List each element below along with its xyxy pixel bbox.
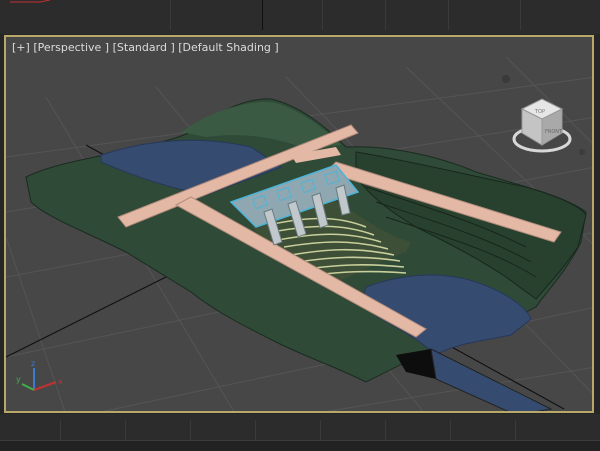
- y-axis-label: y: [16, 375, 21, 384]
- viewcube-home-icon[interactable]: [579, 149, 585, 155]
- viewport-small-icon: [502, 75, 510, 83]
- grid-line: [385, 0, 386, 30]
- grid-line: [322, 0, 323, 30]
- viewport-label-menu: [+] [Perspective ] [Standard ] [Default …: [12, 41, 279, 54]
- viewcube-front-label: FRONT: [545, 129, 563, 135]
- viewport-mode-menu[interactable]: [Standard ]: [113, 41, 175, 54]
- axis-fragment-icon: [10, 0, 51, 3]
- viewport-shading-menu[interactable]: [Default Shading ]: [178, 41, 278, 54]
- z-axis-label: z: [31, 359, 35, 368]
- viewport-view-menu[interactable]: [Perspective ]: [33, 41, 109, 54]
- viewport-area: z x y [+] [Perspective ] [Standard ] [De…: [0, 0, 600, 451]
- grid-line: [170, 0, 171, 30]
- bottom-bar: [0, 440, 600, 451]
- viewcube-graphic[interactable]: TOP FRONT: [496, 67, 588, 167]
- top-viewport-strip: [0, 0, 600, 34]
- viewcube-top-label: TOP: [534, 109, 545, 115]
- perspective-viewport[interactable]: z x y [+] [Perspective ] [Standard ] [De…: [4, 35, 594, 413]
- grid-line: [520, 0, 521, 30]
- grid-line: [262, 0, 263, 30]
- viewcube[interactable]: TOP FRONT: [496, 67, 588, 167]
- grid-line: [448, 0, 449, 30]
- viewport-plus-menu[interactable]: [+]: [12, 41, 30, 54]
- x-axis-label: x: [58, 377, 63, 386]
- river-channel: [430, 348, 553, 411]
